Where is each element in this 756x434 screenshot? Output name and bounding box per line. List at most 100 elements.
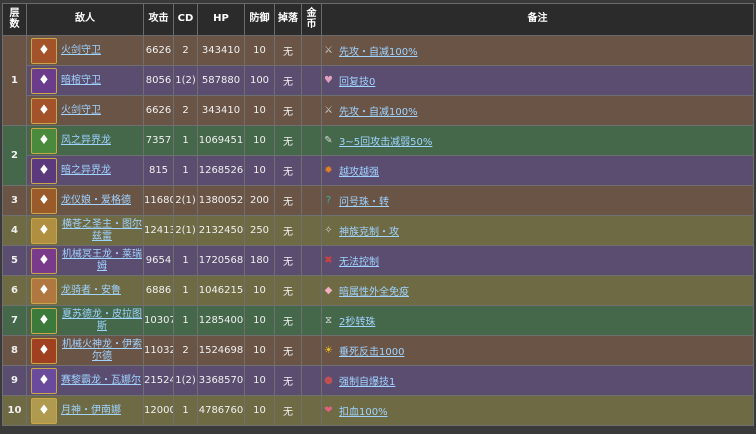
fire-warrior-icon[interactable]: ♦ xyxy=(31,97,57,124)
note-cell: ● 强制自爆技1 xyxy=(321,365,754,396)
hp-cell: 343410 xyxy=(197,95,245,126)
drop-cell: 无 xyxy=(274,365,302,396)
enemy-table-panel: 层数 敌人 攻击 CD HP 防御 掉落 金币 备注 1 ♦ 火剑守卫 6626 2 34… xyxy=(2,3,754,431)
header-enemy: 敌人 xyxy=(26,3,144,36)
skill-link[interactable]: 无法控制 xyxy=(339,253,379,268)
coin-cell xyxy=(301,125,322,156)
defense-cell: 10 xyxy=(244,365,275,396)
floor-cell: 10 xyxy=(2,395,27,426)
table-row: 5 ♦ 机械冥王龙・莱瑞姆 9654 1 1720568 180 无 ✖ 无法控制 xyxy=(2,245,754,276)
enemy-name-link[interactable]: 龙仪娘・爱格德 xyxy=(61,195,131,207)
enemy-name-link[interactable]: 横苍之圣主・图尔兹雷 xyxy=(61,219,143,243)
enemy-name-link[interactable]: 赛黎霸龙・瓦娜尔 xyxy=(61,375,141,387)
holy-lord-icon[interactable]: ♦ xyxy=(31,217,57,244)
enemy-name-link[interactable]: 火剑守卫 xyxy=(61,105,101,117)
attack-cell: 6886 xyxy=(143,275,174,306)
hp-cell: 2132450 xyxy=(197,215,245,246)
enemy-name-link[interactable]: 火剑守卫 xyxy=(61,45,101,57)
header-coin: 金币 xyxy=(301,3,322,36)
attack-cell: 9654 xyxy=(143,245,174,276)
dark-dragon-icon[interactable]: ♦ xyxy=(31,157,57,184)
heal-skill-icon: ♥ xyxy=(324,75,333,86)
enemy-cell: ♦ 夏苏德龙・皮拉图斯 xyxy=(26,305,144,336)
green-dragon-icon[interactable]: ♦ xyxy=(31,307,57,334)
enemy-cell: ♦ 火剑守卫 xyxy=(26,35,144,66)
skill-link[interactable]: 先攻・自减100% xyxy=(339,43,418,58)
fire-mech-dragon-icon[interactable]: ♦ xyxy=(31,337,57,364)
enemy-name-link[interactable]: 机械冥王龙・莱瑞姆 xyxy=(61,249,143,273)
enemy-cell: ♦ 机械火神龙・伊索尔德 xyxy=(26,335,144,366)
header-drop: 掉落 xyxy=(274,3,302,36)
enemy-cell: ♦ 机械冥王龙・莱瑞姆 xyxy=(26,245,144,276)
wind-dragon-icon[interactable]: ♦ xyxy=(31,127,57,154)
defense-cell: 10 xyxy=(244,335,275,366)
mech-dragon-icon[interactable]: ♦ xyxy=(31,247,57,274)
enemy-name-link[interactable]: 暗之异界龙 xyxy=(61,165,111,177)
defense-cell: 180 xyxy=(244,245,275,276)
note-cell: ⚔ 先攻・自减100% xyxy=(321,35,754,66)
moon-goddess-icon[interactable]: ♦ xyxy=(31,397,57,424)
cd-cell: 1 xyxy=(173,305,198,336)
coin-cell xyxy=(301,35,322,66)
coin-cell xyxy=(301,215,322,246)
note-cell: ✎ 3~5回攻击减弱50% xyxy=(321,125,754,156)
table-row: 10 ♦ 月神・伊南娜 12000 1 4786760 10 无 ❤ 扣血100% xyxy=(2,395,754,426)
enemy-name-link[interactable]: 暗棺守卫 xyxy=(61,75,101,87)
defense-cell: 200 xyxy=(244,185,275,216)
table-row: 9 ♦ 赛黎霸龙・瓦娜尔 21524 1(2) 3368570 10 无 ● 强制自爆技1 xyxy=(2,365,754,396)
drop-cell: 无 xyxy=(274,35,302,66)
sword-skill-icon: ⚔ xyxy=(324,105,333,116)
enemy-name-link[interactable]: 夏苏德龙・皮拉图斯 xyxy=(61,309,143,333)
timer-skill-icon: ⧖ xyxy=(324,315,333,326)
note-cell: ⧖ 2秒转珠 xyxy=(321,305,754,336)
skill-link[interactable]: 强制自爆技1 xyxy=(339,373,395,388)
table-row: 8 ♦ 机械火神龙・伊索尔德 11032 2 1524698 10 无 ☀ 垂死反击1000 xyxy=(2,335,754,366)
hp-cell: 587880 xyxy=(197,65,245,96)
defense-cell: 10 xyxy=(244,35,275,66)
enemy-name-link[interactable]: 月神・伊南娜 xyxy=(61,405,121,417)
table-row: ♦ 火剑守卫 6626 2 343410 10 无 ⚔ 先攻・自减100% xyxy=(3,95,754,126)
defense-cell: 250 xyxy=(244,215,275,246)
enemy-name-link[interactable]: 风之异界龙 xyxy=(61,135,111,147)
table-row: ♦ 暗之异界龙 815 1 1268526 10 无 ✹ 越攻越强 xyxy=(3,155,754,186)
attack-cell: 12413 xyxy=(143,215,174,246)
note-cell: ✧ 神族克制・攻 xyxy=(321,215,754,246)
skill-link[interactable]: 回复技0 xyxy=(339,73,375,88)
enemy-cell: ♦ 月神・伊南娜 xyxy=(26,395,144,426)
sword-skill-icon: ⚔ xyxy=(324,45,333,56)
dark-guard-icon[interactable]: ♦ xyxy=(31,67,57,94)
skill-link[interactable]: 3~5回攻击减弱50% xyxy=(339,133,432,148)
shield-skill-icon: ◆ xyxy=(324,285,333,296)
skill-link[interactable]: 暗属性外全免疫 xyxy=(339,283,409,298)
skill-link[interactable]: 越攻越强 xyxy=(339,163,379,178)
question-skill-icon: ? xyxy=(325,195,332,206)
header-floor: 层数 xyxy=(2,3,27,36)
cd-cell: 1(2) xyxy=(173,365,198,396)
table-row: 2 ♦ 风之异界龙 7357 1 1069451 10 无 ✎ 3~5回攻击减弱50% xyxy=(2,125,754,186)
skill-link[interactable]: 垂死反击1000 xyxy=(339,343,404,358)
hp-cell: 1268526 xyxy=(197,155,245,186)
enemy-table-body: 1 ♦ 火剑守卫 6626 2 343410 10 无 ⚔ 先攻・自减100% ♦ 暗棺守卫 8056 1… xyxy=(2,35,754,426)
coin-cell xyxy=(301,395,322,426)
dragon-girl-icon[interactable]: ♦ xyxy=(31,187,57,214)
enemy-name-link[interactable]: 龙骑者・安鲁 xyxy=(61,285,121,297)
table-header-row: 层数 敌人 攻击 CD HP 防御 掉落 金币 备注 xyxy=(2,3,754,36)
dark-overlord-icon[interactable]: ♦ xyxy=(31,367,57,394)
skill-link[interactable]: 神族克制・攻 xyxy=(339,223,399,238)
cd-cell: 1 xyxy=(173,245,198,276)
note-cell: ❤ 扣血100% xyxy=(321,395,754,426)
fire-warrior-icon[interactable]: ♦ xyxy=(31,37,57,64)
skill-link[interactable]: 2秒转珠 xyxy=(339,313,375,328)
table-row: ♦ 暗棺守卫 8056 1(2) 587880 100 无 ♥ 回复技0 xyxy=(3,65,754,96)
header-hp: HP xyxy=(197,3,245,36)
skill-link[interactable]: 问号珠・转 xyxy=(339,193,389,208)
enemy-name-link[interactable]: 机械火神龙・伊索尔德 xyxy=(61,339,143,363)
header-cd: CD xyxy=(173,3,198,36)
skill-link[interactable]: 扣血100% xyxy=(339,403,388,418)
table-row: 4 ♦ 横苍之圣主・图尔兹雷 12413 2(1) 2132450 250 无 ✧ 神族克制・攻 xyxy=(2,215,754,246)
dragon-rider-icon[interactable]: ♦ xyxy=(31,277,57,304)
coin-cell xyxy=(301,95,322,126)
skill-link[interactable]: 先攻・自减100% xyxy=(339,103,418,118)
enemy-cell: ♦ 横苍之圣主・图尔兹雷 xyxy=(26,215,144,246)
coin-cell xyxy=(301,305,322,336)
